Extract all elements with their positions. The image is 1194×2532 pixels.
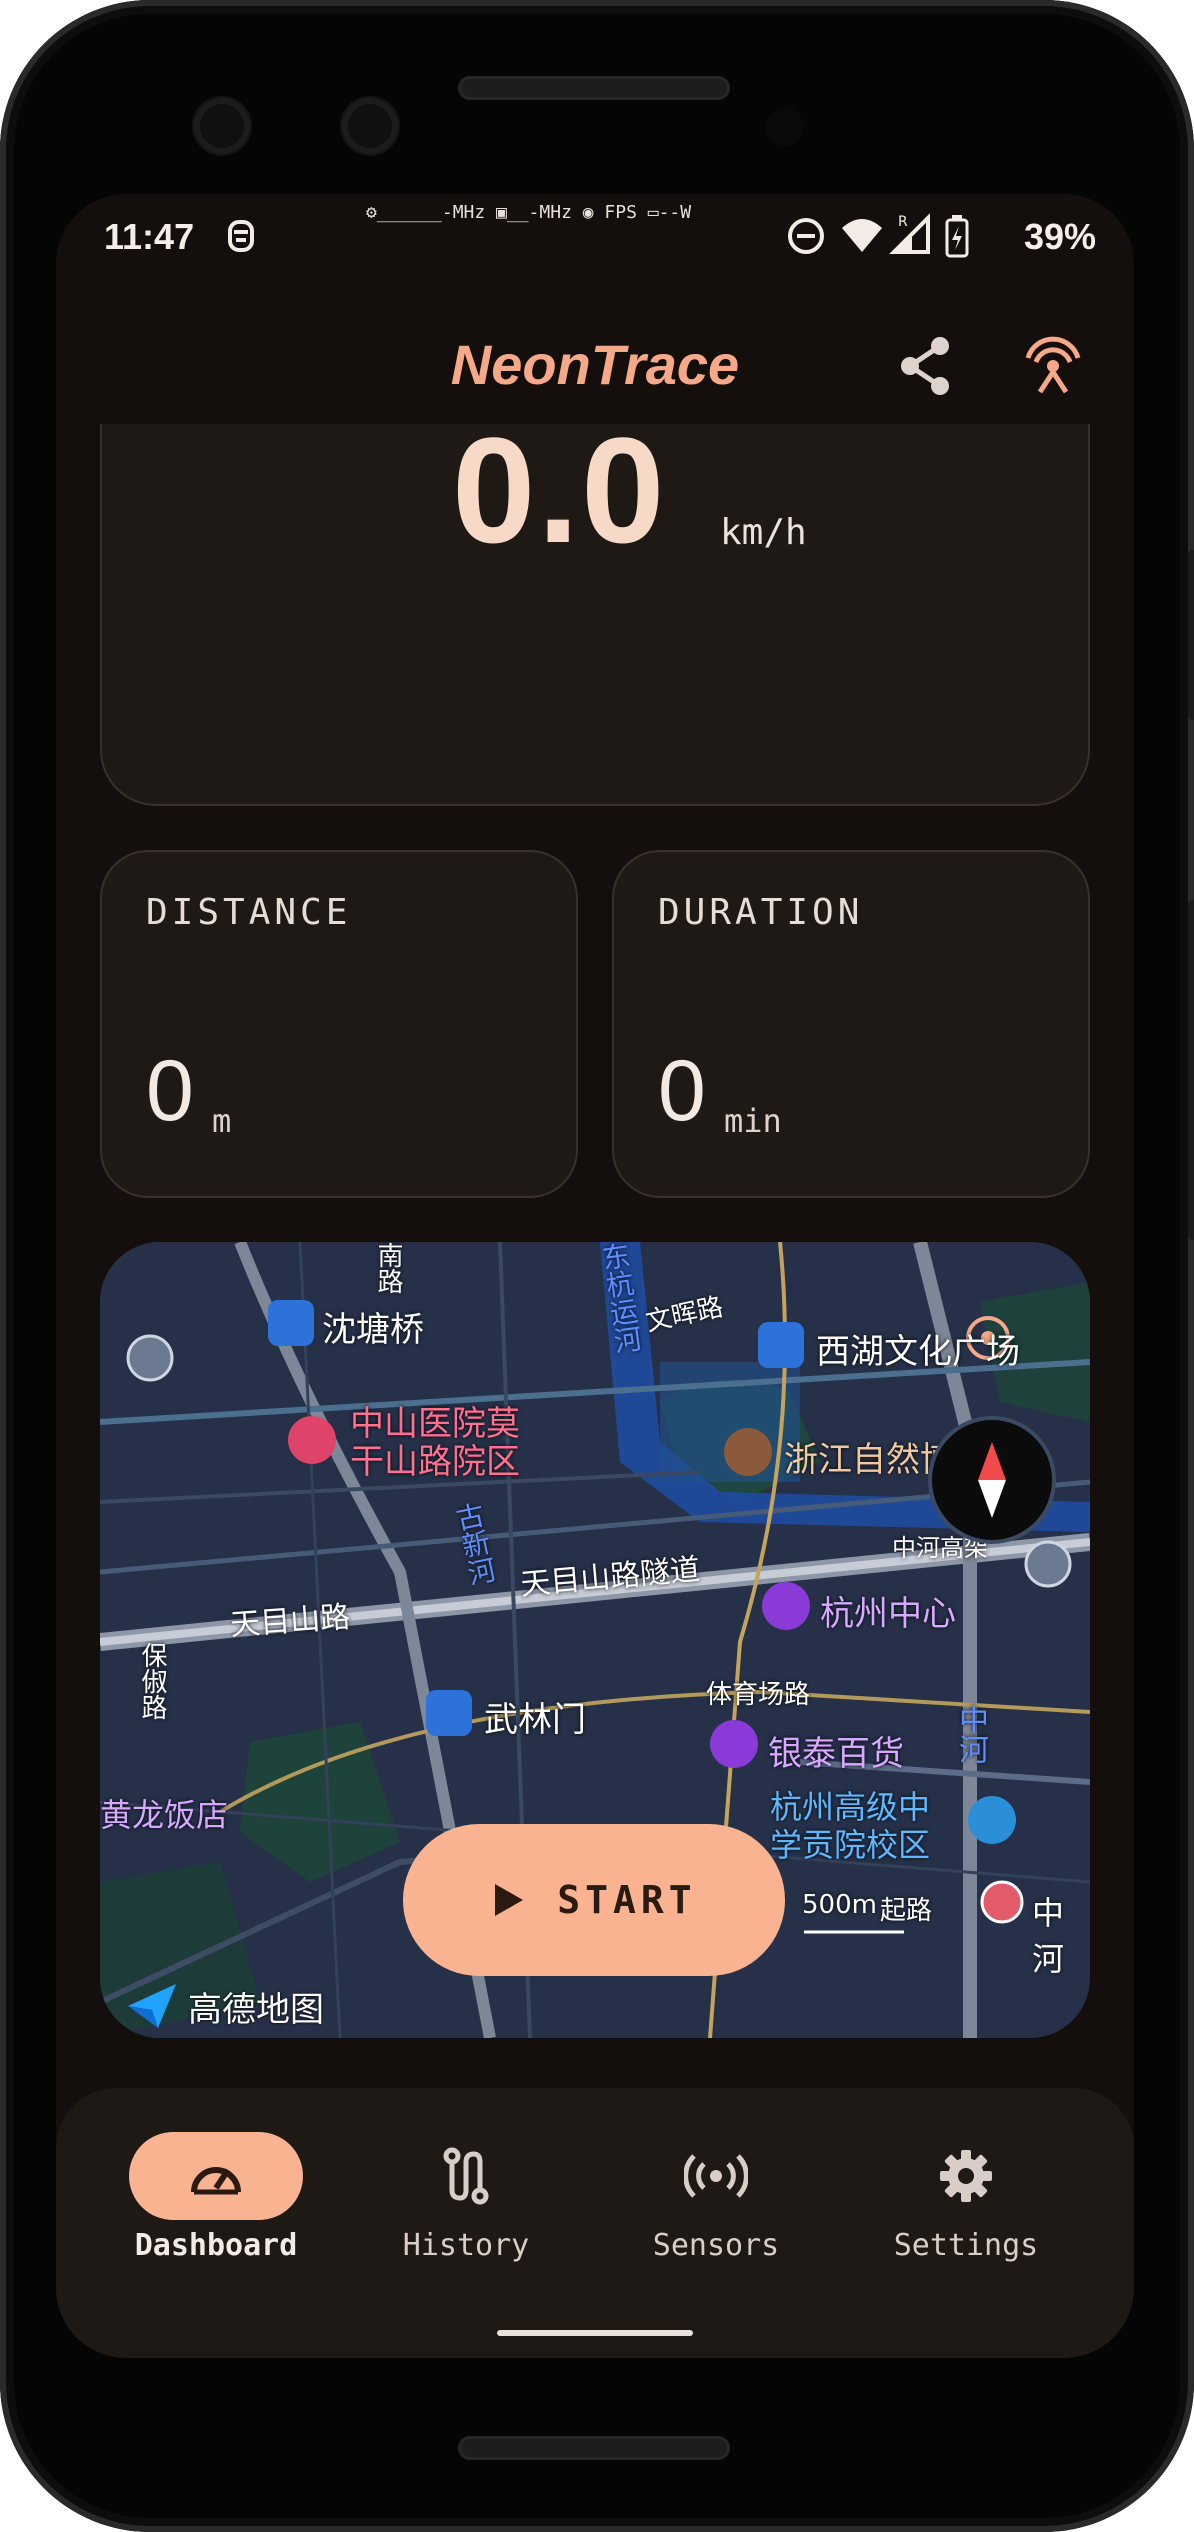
nav-label-settings: Settings [893,2228,1039,2263]
duration-label: DURATION [658,892,864,933]
nav-label-dashboard: Dashboard [134,2228,298,2263]
top-speaker [458,76,730,100]
map-label: 沈塘桥 [322,1310,424,1350]
signal-icon: R [888,212,932,260]
map-label: 银泰百货 [768,1734,904,1774]
svg-text:R: R [898,214,908,230]
distance-label: DISTANCE [146,892,352,933]
route-icon [443,2147,489,2205]
speed-unit: km/h [720,512,807,553]
wifi-icon [840,216,884,260]
map-label: 杭州中心 [820,1594,956,1634]
start-button[interactable]: START [403,1824,785,1976]
status-time: 11:47 [104,216,195,257]
status-bar: 11:47 ⚙______-MHz ▣__-MHz ◉ FPS ▭--W R 3… [56,194,1134,284]
nav-item-sensors[interactable]: Sensors [616,2132,816,2263]
nav-label-sensors: Sensors [652,2228,780,2263]
speed-value: 0.0 [452,406,667,574]
duration-unit: min [724,1102,782,1140]
nav-pill-settings [879,2132,1053,2220]
nav-pill-sensors [629,2132,803,2220]
gear-icon [940,2150,992,2202]
broadcast-icon[interactable] [1018,328,1088,402]
map-label: 黄龙饭店 [100,1796,229,1834]
nav-item-history[interactable]: History [366,2132,566,2263]
sensors-icon [684,2154,748,2198]
phone-frame: 11:47 ⚙______-MHz ▣__-MHz ◉ FPS ▭--W R 3… [0,0,1194,2532]
map-label: 天目山路 [229,1599,352,1644]
power-button [1188,550,1194,720]
map-label: 南路 [373,1242,403,1294]
bottom-speaker [458,2436,730,2460]
duration-value: 0 [658,1043,706,1139]
bottom-navigation: Dashboard History Sensors Settings [56,2088,1134,2358]
compass-icon [978,1442,1006,1518]
amap-logo-icon [124,1980,180,2036]
screen: 11:47 ⚙______-MHz ▣__-MHz ◉ FPS ▭--W R 3… [56,194,1134,2358]
nav-label-history: History [402,2228,530,2263]
map-label: 干山路院区 [350,1442,520,1482]
map-view[interactable]: 沈塘桥 中山医院莫 干山路院区 西湖文化广场 浙江自然博物院 天目山路 天目山路… [100,1242,1090,2038]
nav-item-settings[interactable]: Settings [866,2132,1066,2263]
map-brand: 高德地图 [188,1990,324,2030]
speed-card: 0.0 km/h [100,406,1090,806]
speedometer-icon [191,2167,241,2195]
perf-overlay: ⚙______-MHz ▣__-MHz ◉ FPS ▭--W [366,202,692,223]
front-sensor [342,98,398,154]
battery-percent: 39% [1024,216,1097,257]
battery-icon [944,214,970,262]
map-label: 学贡院校区 [770,1826,931,1864]
home-indicator[interactable] [497,2330,693,2336]
map-label: 体育场路 [706,1680,811,1710]
nav-item-dashboard[interactable]: Dashboard [116,2132,316,2263]
map-scale: 500m [802,1890,877,1920]
duration-card: DURATION 0 min [612,850,1090,1198]
dnd-icon [786,216,826,260]
share-icon[interactable] [896,334,956,402]
proximity-sensor [766,108,804,146]
map-label: 中河 [1032,1894,1065,1978]
distance-card: DISTANCE 0 m [100,850,578,1198]
start-label: START [557,1878,697,1922]
compass-button[interactable] [932,1420,1052,1540]
map-label: 中河 [953,1704,988,1764]
nav-pill-dashboard [129,2132,303,2220]
volume-button [1188,900,1194,1240]
distance-value: 0 [146,1043,194,1139]
app-title: NeonTrace [450,333,740,396]
front-camera [194,98,250,154]
debug-icon [224,218,258,258]
map-label: 西湖文化广场 [816,1332,1020,1372]
map-label: 保俶路 [137,1642,167,1720]
map-label: 武林门 [484,1700,586,1740]
play-icon [495,1884,524,1916]
nav-pill-history [379,2132,553,2220]
distance-unit: m [212,1102,232,1140]
map-label: 起路 [880,1896,933,1926]
